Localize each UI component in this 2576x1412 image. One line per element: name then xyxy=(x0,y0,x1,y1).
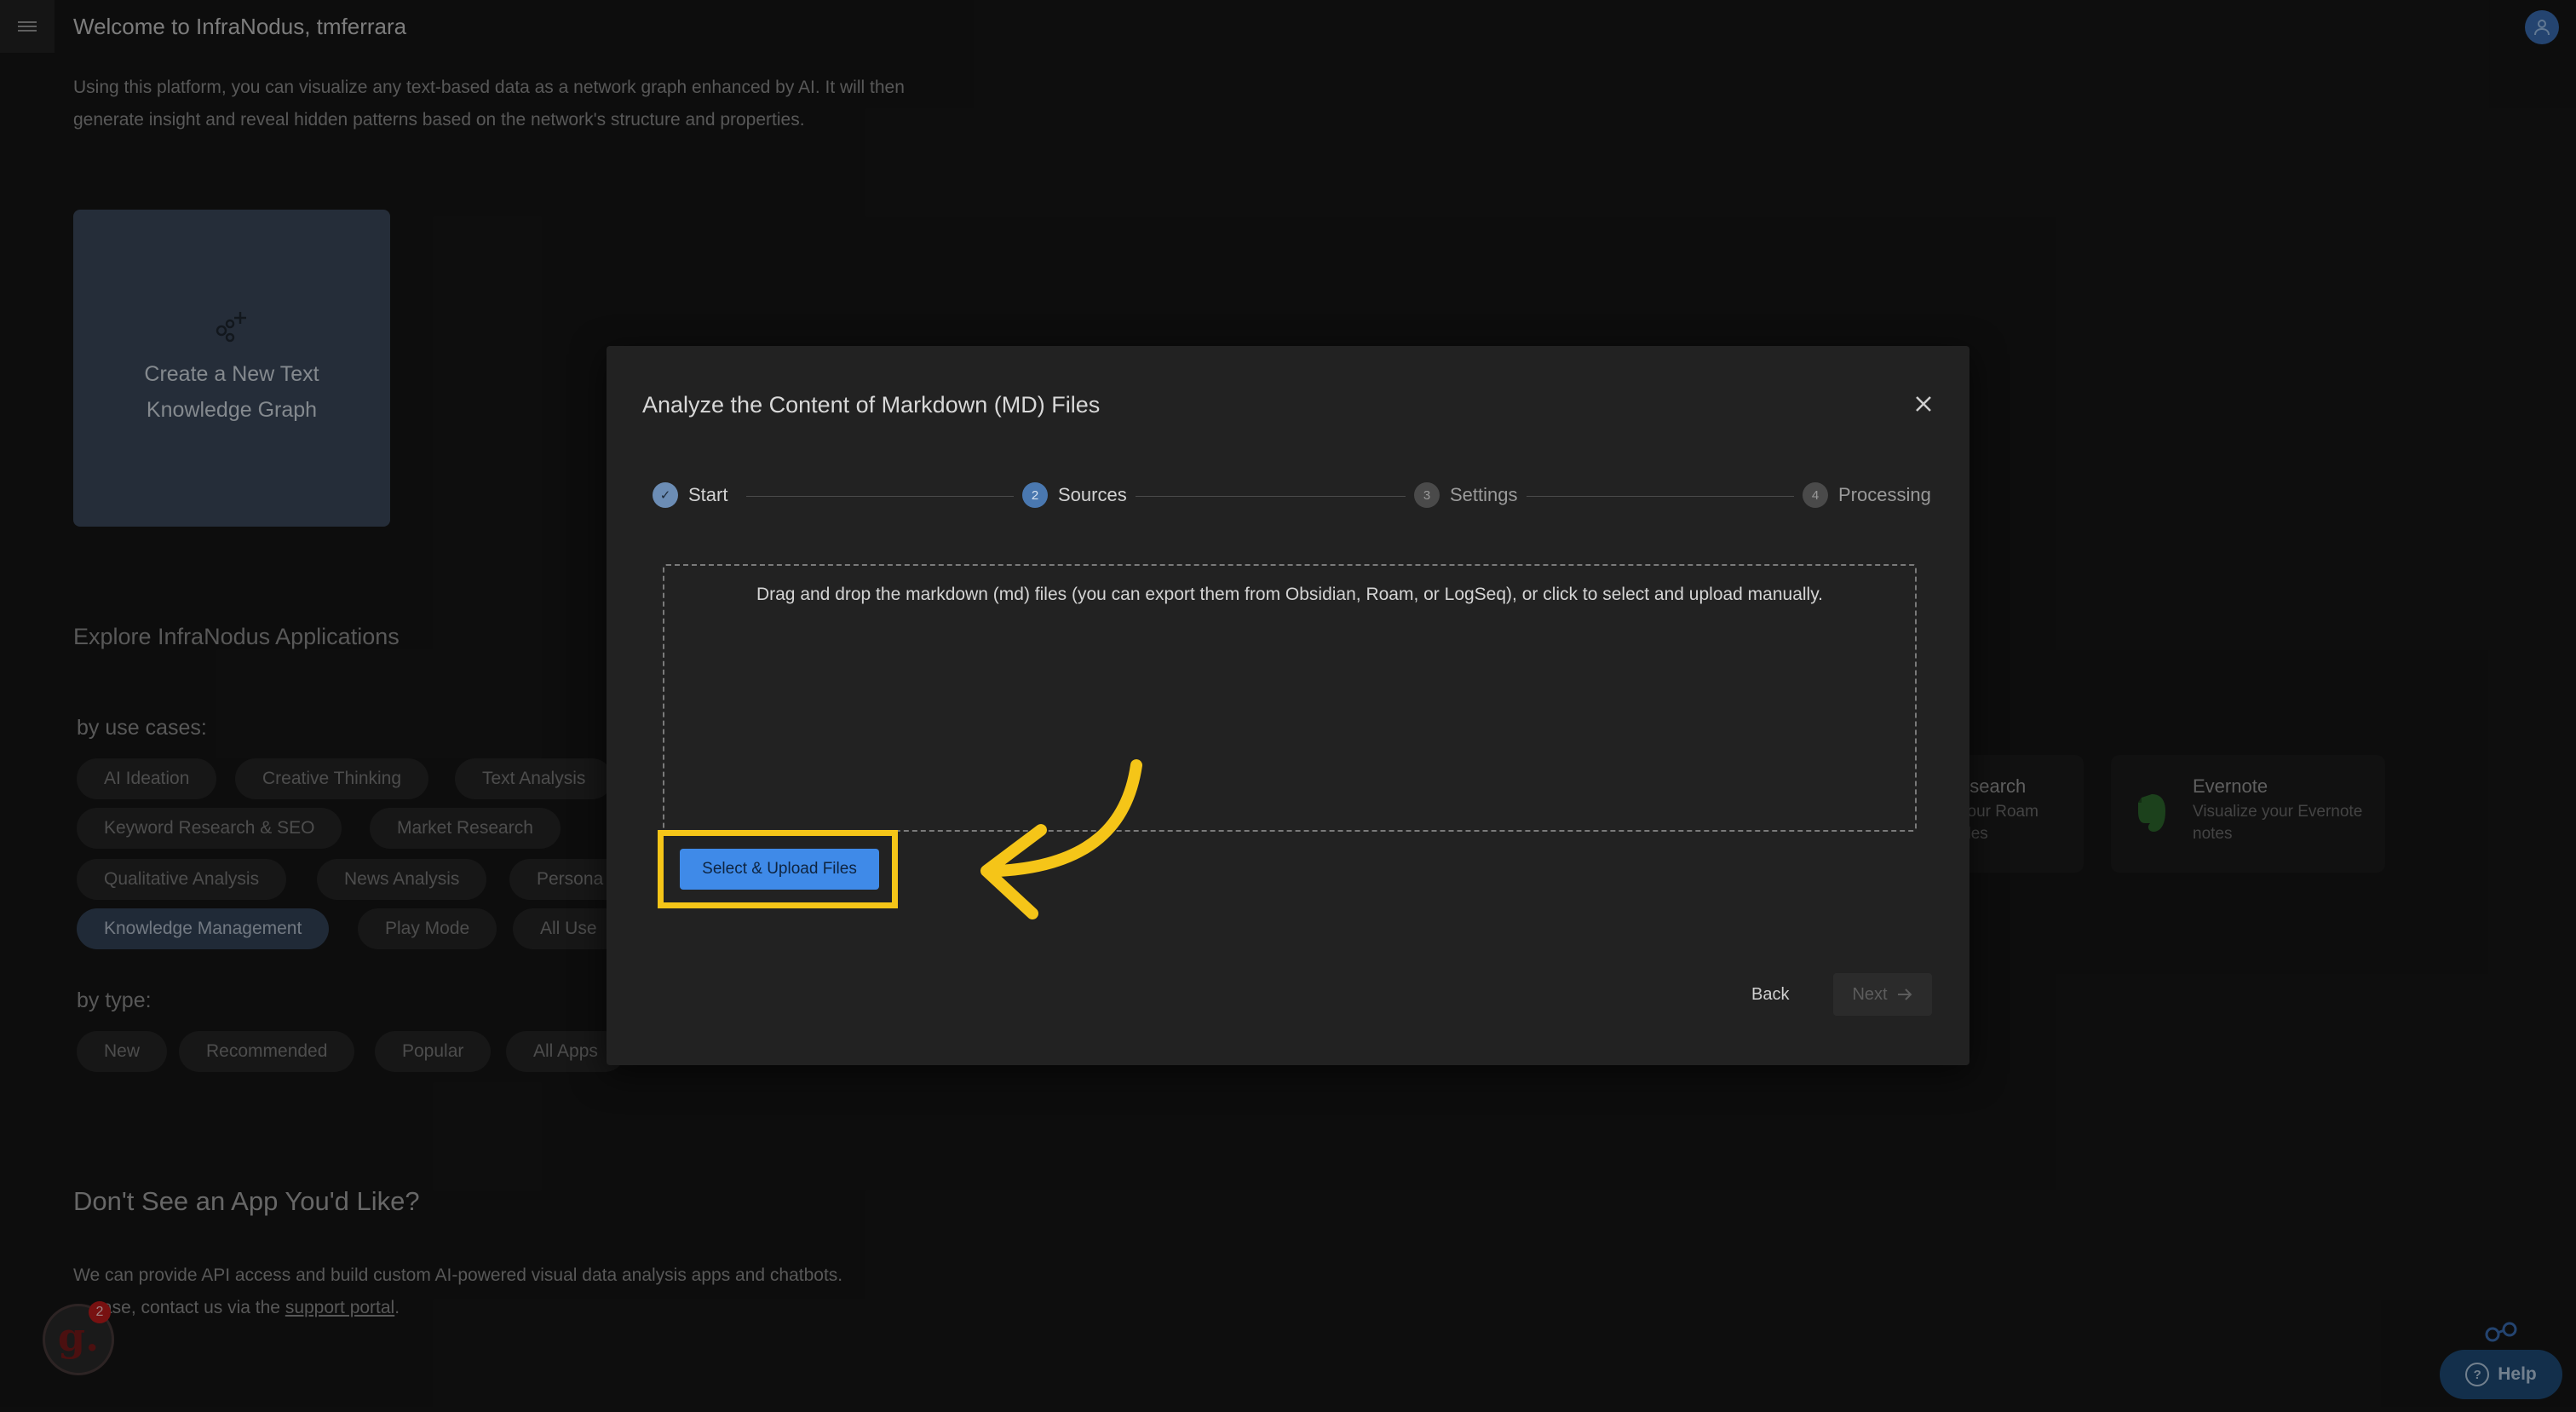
step-settings[interactable]: 3 Settings xyxy=(1406,482,1527,508)
step-processing[interactable]: 4 Processing xyxy=(1794,482,1931,508)
tutorial-arrow-icon xyxy=(980,759,1142,919)
back-button[interactable]: Back xyxy=(1751,985,1789,1005)
step-label: Settings xyxy=(1450,484,1518,505)
select-upload-files-button[interactable]: Select & Upload Files xyxy=(680,849,879,890)
stepper-line xyxy=(746,496,1905,497)
arrow-right-icon xyxy=(1897,988,1912,1000)
step-label: Processing xyxy=(1838,484,1931,505)
file-dropzone[interactable]: Drag and drop the markdown (md) files (y… xyxy=(663,564,1917,832)
step-number: 4 xyxy=(1803,482,1828,508)
step-label: Start xyxy=(688,484,728,505)
step-label: Sources xyxy=(1058,484,1127,505)
step-start[interactable]: ✓ Start xyxy=(653,482,737,508)
dropzone-instructions: Drag and drop the markdown (md) files (y… xyxy=(756,585,1824,604)
dialog-title: Analyze the Content of Markdown (MD) Fil… xyxy=(642,392,1101,418)
stepper: ✓ Start 2 Sources 3 Settings 4 Processin… xyxy=(653,482,1934,511)
step-sources[interactable]: 2 Sources xyxy=(1014,482,1136,508)
next-label: Next xyxy=(1852,984,1888,1004)
step-number: 2 xyxy=(1022,482,1048,508)
step-number: 3 xyxy=(1414,482,1440,508)
markdown-import-dialog: Analyze the Content of Markdown (MD) Fil… xyxy=(607,346,1969,1065)
next-button[interactable]: Next xyxy=(1833,973,1932,1016)
check-icon: ✓ xyxy=(653,482,678,508)
close-icon[interactable] xyxy=(1910,390,1937,418)
